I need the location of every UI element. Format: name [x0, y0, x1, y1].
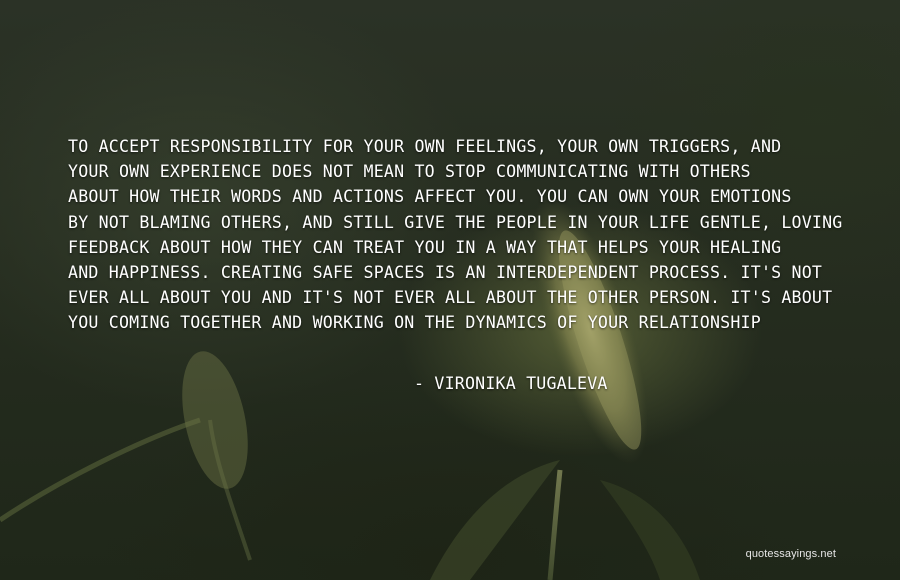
quote-author: - VIRONIKA TUGALEVA [414, 374, 608, 393]
quote-line: YOUR OWN EXPERIENCE DOES NOT MEAN TO STO… [68, 162, 751, 182]
quote-line: EVER ALL ABOUT YOU AND IT'S NOT EVER ALL… [68, 288, 833, 308]
quote-line: YOU COMING TOGETHER AND WORKING ON THE D… [68, 313, 761, 333]
quote-line: AND HAPPINESS. CREATING SAFE SPACES IS A… [68, 263, 823, 283]
quote-line: BY NOT BLAMING OTHERS, AND STILL GIVE TH… [68, 212, 843, 232]
quote-line: TO ACCEPT RESPONSIBILITY FOR YOUR OWN FE… [68, 137, 782, 156]
quote-line: ABOUT HOW THEIR WORDS AND ACTIONS AFFECT… [68, 187, 792, 207]
quote-line: FEEDBACK ABOUT HOW THEY CAN TREAT YOU IN… [68, 237, 782, 257]
site-watermark: quotessayings.net [745, 548, 836, 560]
quote-text: TO ACCEPT RESPONSIBILITY FOR YOUR OWN FE… [68, 134, 858, 336]
